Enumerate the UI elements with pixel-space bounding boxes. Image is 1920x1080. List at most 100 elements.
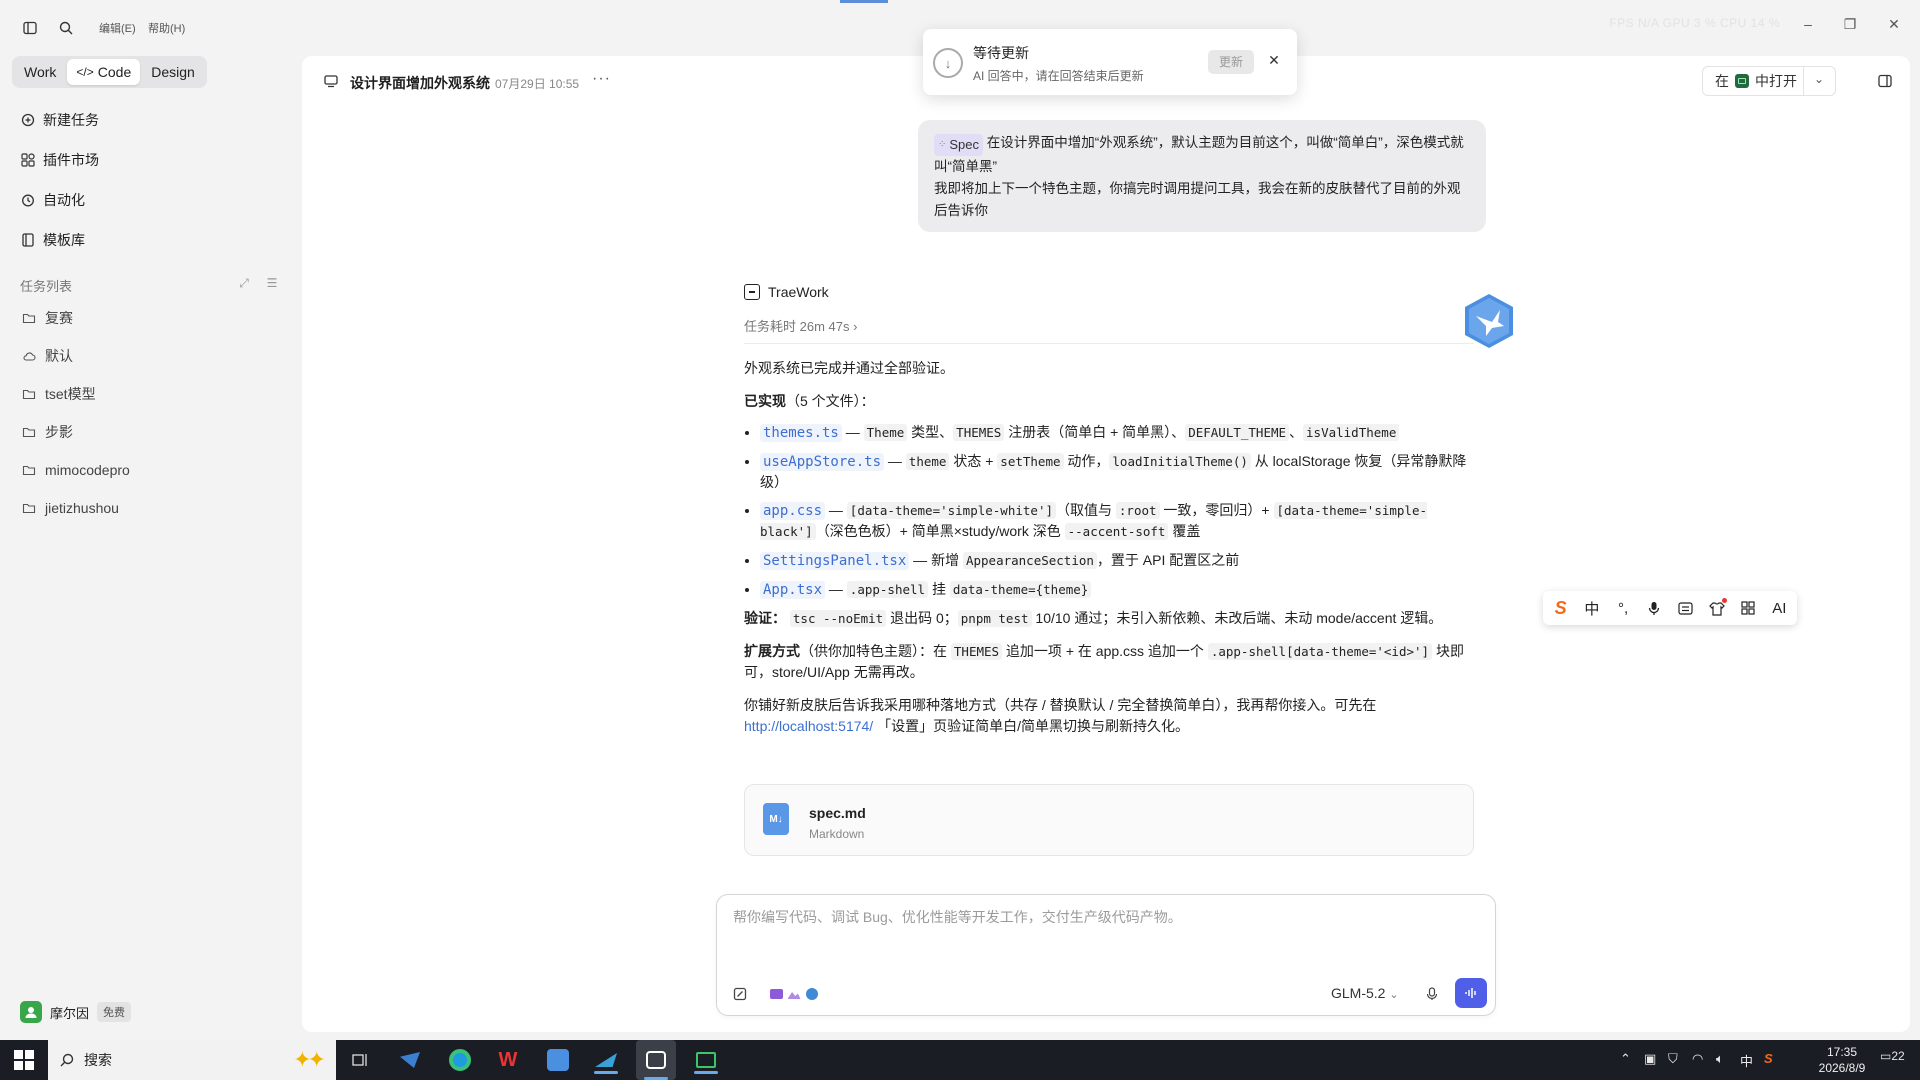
skin-icon[interactable] — [1707, 598, 1727, 618]
message-icon: ▭ — [1880, 1049, 1892, 1063]
active-app-icon[interactable] — [636, 1040, 676, 1080]
folder-item[interactable]: 步影 — [22, 422, 73, 442]
plan-badge: 免费 — [97, 1002, 132, 1022]
chevron-down-icon[interactable]: ⌄ — [1814, 72, 1824, 86]
user-message: ⁘ Spec 在设计界面中增加“外观系统”，默认主题为目前这个，叫做“简单白”，… — [918, 120, 1486, 232]
microphone-icon[interactable] — [1645, 598, 1664, 618]
nav-label: 模板库 — [43, 232, 85, 248]
search-icon[interactable] — [55, 17, 77, 39]
toast-title: 等待更新 — [973, 45, 1029, 61]
nav-new-task[interactable]: 新建任务 — [20, 108, 99, 132]
menu-help[interactable]: 帮助(H) — [148, 20, 185, 36]
restore-icon[interactable]: ❐ — [1838, 16, 1862, 38]
extend-text: 扩展方式（供你加特色主题）：在 THEMES 追加一项 + 在 app.css … — [744, 641, 1474, 683]
taskbar-search[interactable]: 搜索 ✦✦ — [48, 1040, 336, 1080]
terminal-icon[interactable] — [692, 1046, 720, 1074]
inline-code: :root — [1115, 502, 1160, 519]
nav-label: 自动化 — [43, 192, 85, 208]
user-name: 摩尔因 — [50, 1005, 90, 1021]
more-icon[interactable]: ··· — [592, 70, 611, 88]
filter-icon[interactable]: ☰ — [264, 276, 280, 292]
panel-toggle-icon[interactable] — [1878, 74, 1892, 91]
file-link[interactable]: app.css — [760, 502, 826, 520]
video-icon[interactable] — [767, 985, 785, 1003]
ai-assistant-icon[interactable]: AI — [1770, 598, 1789, 618]
chevron-right-icon: › — [853, 319, 858, 334]
folder-icon — [22, 389, 36, 400]
mode-design[interactable]: Design — [142, 59, 204, 85]
mode-code[interactable]: </> Code — [67, 59, 141, 85]
file-link[interactable]: useAppStore.ts — [760, 453, 885, 471]
grid-icon[interactable] — [1739, 598, 1758, 618]
user-profile[interactable]: 摩尔因 免费 — [20, 1001, 132, 1023]
list-item: SettingsPanel.tsx — 新增 AppearanceSection… — [760, 550, 1474, 571]
speaker-icon[interactable]: 🔈︎ — [1716, 1051, 1724, 1067]
sogou-tray-icon[interactable]: S — [1764, 1051, 1773, 1066]
open-in-button[interactable]: 在 中打开 ⌄ — [1702, 66, 1836, 96]
folder-item[interactable]: mimocodepro — [22, 460, 130, 480]
sidebar-toggle-icon[interactable] — [19, 17, 41, 39]
folder-item[interactable]: 复赛 — [22, 308, 73, 328]
sidebar: Work </> Code Design 新建任务 插件市场 自动化 模板库 任… — [0, 50, 302, 1072]
ime-punctuation[interactable]: °, — [1614, 598, 1633, 618]
nav-plugins[interactable]: 插件市场 — [20, 148, 99, 172]
expand-icon[interactable]: ⤢ — [236, 276, 252, 292]
app-bird-icon[interactable] — [396, 1046, 424, 1074]
folder-item[interactable]: tset模型 — [22, 384, 96, 404]
minimize-icon[interactable]: – — [1796, 16, 1820, 38]
menu-edit[interactable]: 编辑(E) — [99, 20, 136, 36]
task-view-icon[interactable] — [346, 1046, 374, 1074]
input-language[interactable]: 中 — [1740, 1051, 1753, 1070]
item-text: 、 — [1289, 424, 1304, 440]
network-icon[interactable]: ◠ — [1692, 1051, 1703, 1067]
task-duration[interactable]: 任务耗时 26m 47s › — [744, 316, 1474, 344]
close-icon[interactable]: ✕ — [1882, 16, 1906, 38]
close-icon[interactable]: ✕ — [1264, 50, 1284, 70]
file-link[interactable]: App.tsx — [760, 581, 826, 599]
app-wing-icon[interactable] — [592, 1046, 620, 1074]
nav-automation[interactable]: 自动化 — [20, 188, 85, 212]
shield-icon[interactable]: ⛉ — [1668, 1051, 1678, 1067]
file-attachment[interactable]: M↓ spec.md Markdown — [744, 784, 1474, 856]
spec-tag[interactable]: ⁘ Spec — [934, 134, 984, 156]
bird-agent-icon[interactable] — [803, 985, 821, 1003]
mode-work[interactable]: Work — [15, 59, 65, 85]
clock[interactable]: 17:35 2026/8/9 — [1812, 1044, 1872, 1076]
search-icon — [60, 1053, 74, 1067]
prompt-input[interactable] — [733, 909, 1473, 925]
windows-start-icon[interactable] — [14, 1050, 34, 1070]
trae-bird-icon[interactable] — [544, 1046, 572, 1074]
edge-browser-icon[interactable] — [446, 1046, 474, 1074]
notification-count: 22 — [1891, 1049, 1905, 1063]
file-link[interactable]: themes.ts — [760, 424, 842, 442]
message-line: 我即将加上下一个特色主题，你搞完时调用提问工具，我会在新的皮肤替代了目前的外观后… — [934, 181, 1461, 218]
notification-dot — [1721, 598, 1727, 603]
toast-update-button[interactable]: 更新 — [1208, 50, 1254, 74]
tray-app-icon[interactable]: ▣ — [1644, 1051, 1656, 1067]
folder-item[interactable]: 默认 — [22, 346, 73, 366]
file-link[interactable]: SettingsPanel.tsx — [760, 552, 910, 570]
microphone-icon[interactable] — [1423, 985, 1441, 1003]
context-icon[interactable] — [731, 985, 749, 1003]
keyboard-icon[interactable] — [1676, 598, 1695, 618]
item-text: 类型、 — [907, 424, 954, 440]
folder-icon — [22, 313, 36, 324]
nav-templates[interactable]: 模板库 — [20, 228, 85, 252]
model-selector[interactable]: GLM-5.2 ⌄ — [1331, 985, 1399, 1001]
chevron-up-icon[interactable]: ⌃ — [1620, 1051, 1631, 1067]
open-in-label: 中打开 — [1755, 73, 1797, 89]
folder-item[interactable]: jietizhushou — [22, 498, 119, 518]
localhost-link[interactable]: http://localhost:5174/ — [744, 718, 873, 734]
item-text: 退出码 0； — [886, 610, 958, 626]
notification-center[interactable]: ▭22 — [1880, 1049, 1905, 1063]
assistant-header: TraeWork — [744, 284, 1474, 300]
voice-send-button[interactable] — [1455, 978, 1487, 1008]
sogou-logo-icon[interactable]: S — [1551, 598, 1570, 618]
mode-label: Work — [24, 64, 57, 80]
waveform-icon — [1465, 988, 1476, 998]
image-icon[interactable] — [785, 985, 803, 1003]
code-icon: </> — [76, 65, 94, 79]
wps-office-icon[interactable]: W — [494, 1046, 522, 1074]
ime-mode-chinese[interactable]: 中 — [1582, 598, 1601, 618]
item-text: 状态 + — [949, 453, 998, 469]
